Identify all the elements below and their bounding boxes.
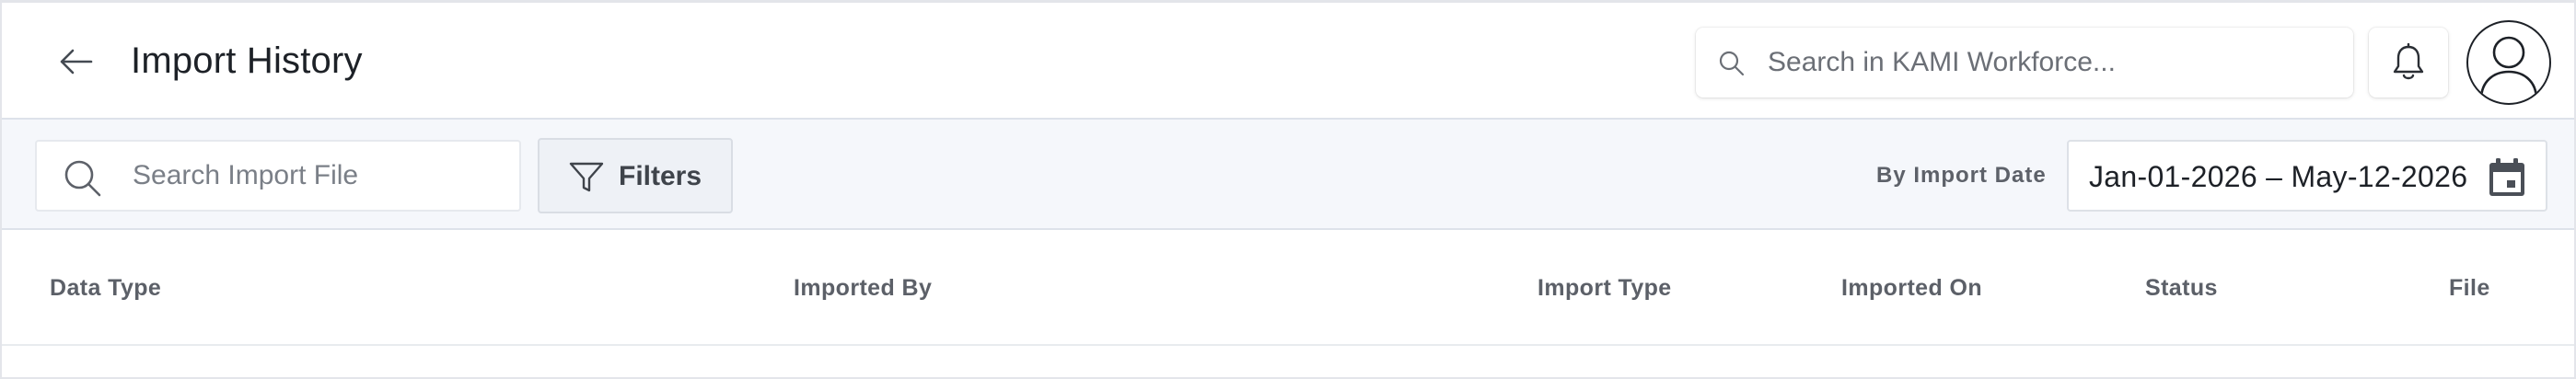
filters-button[interactable]: Filters xyxy=(538,138,733,213)
calendar-icon[interactable] xyxy=(2487,156,2527,199)
global-search-box[interactable] xyxy=(1696,28,2353,98)
search-icon xyxy=(1719,51,1745,76)
bell-icon xyxy=(2393,43,2424,80)
column-header-import-type[interactable]: Import Type xyxy=(1537,274,1672,302)
column-header-imported-on[interactable]: Imported On xyxy=(1841,274,1982,302)
table-header-row: Data Type Imported By Import Type Import… xyxy=(2,230,2574,346)
back-button[interactable] xyxy=(48,40,103,84)
column-header-status[interactable]: Status xyxy=(2145,274,2218,302)
filters-button-label: Filters xyxy=(619,161,702,191)
funnel-icon xyxy=(569,162,604,192)
column-header-file[interactable]: File xyxy=(2449,274,2490,302)
page-title: Import History xyxy=(131,40,363,81)
search-icon xyxy=(64,160,101,197)
top-header: Import History xyxy=(2,3,2574,120)
notifications-button[interactable] xyxy=(2369,28,2448,98)
user-avatar[interactable] xyxy=(2466,20,2551,105)
arrow-left-icon xyxy=(60,49,93,75)
column-header-data-type[interactable]: Data Type xyxy=(50,274,161,302)
global-search-input[interactable] xyxy=(1768,28,2329,98)
import-file-search-input[interactable] xyxy=(133,142,510,210)
date-range-value: Jan-01-2026 – May-12-2026 xyxy=(2089,160,2468,193)
import-file-search-box[interactable] xyxy=(35,140,521,212)
column-header-imported-by[interactable]: Imported By xyxy=(794,274,932,302)
import-date-range-picker[interactable]: Jan-01-2026 – May-12-2026 xyxy=(2067,140,2547,212)
app-frame: Import History Search in KAMI Workforce.… xyxy=(0,0,2576,379)
user-avatar-icon xyxy=(2479,36,2538,100)
date-filter-label: By Import Date xyxy=(1876,163,2047,188)
filter-toolbar: Filters By Import Date Jan-01-2026 – May… xyxy=(2,120,2574,230)
